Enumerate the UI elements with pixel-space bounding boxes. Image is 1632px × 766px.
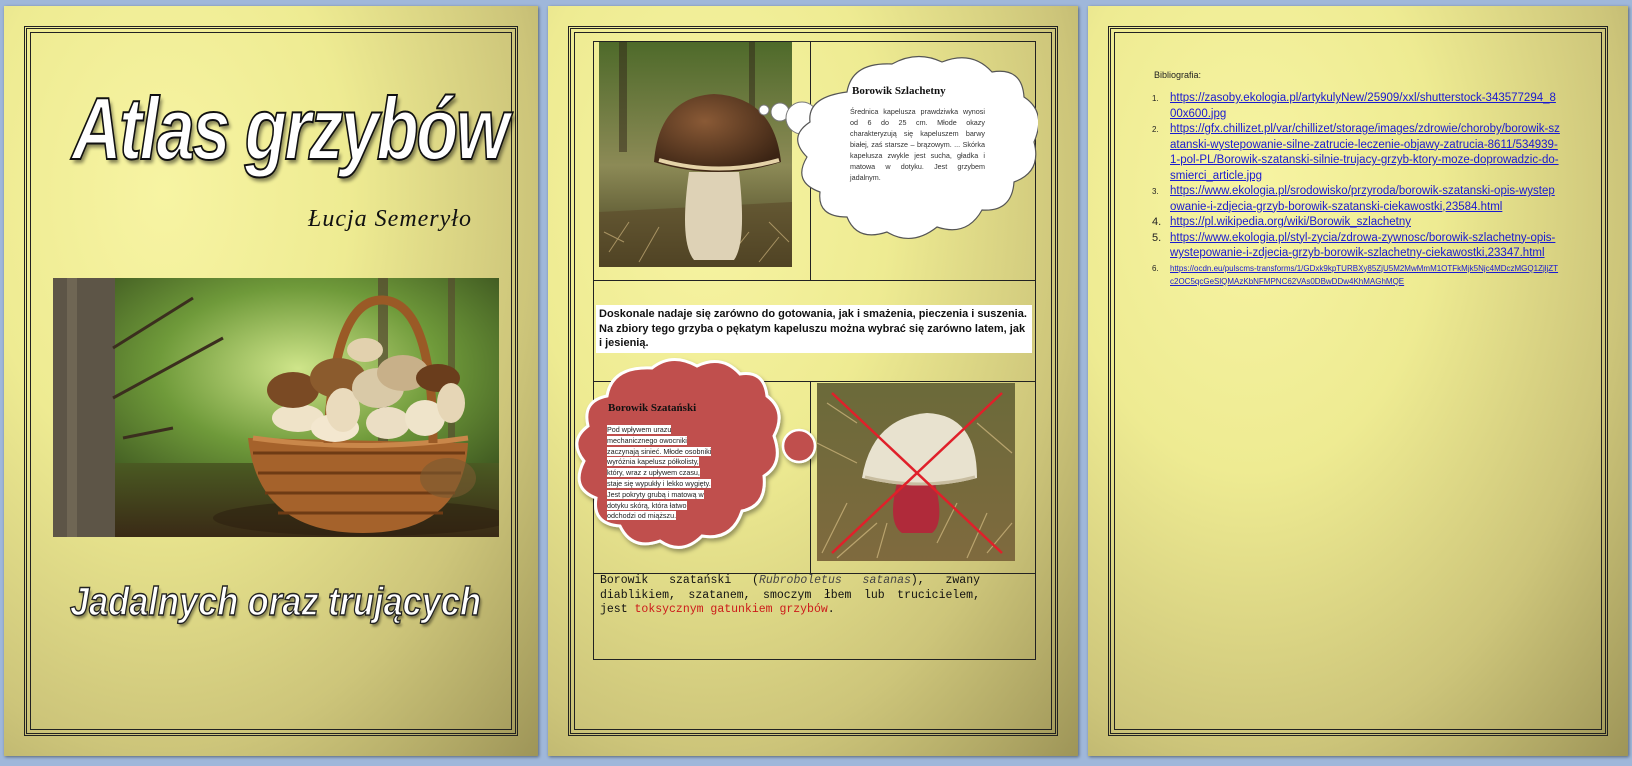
bibliography-label: Bibliografia: [1154,70,1202,80]
cloud-1-title: Borowik Szlachetny [852,85,946,97]
poison-description: Borowik szatański (Rubroboletus satanas)… [600,574,980,616]
satan-bolete-photo [817,383,1015,561]
cloud-2-line: który, wraz z upływem czasu, [607,468,700,478]
cloud-2-text: Pod wpływem urazu mechanicznego owocniki z… [607,425,732,522]
cloud-2-line: odchodzi od miąższu. [607,511,677,521]
reference-link[interactable]: 5. https://www.ekologia.pl/styl-zycia/zdr… [1152,231,1560,262]
reference-link[interactable]: 3. https://www.ekologia.pl/srodowisko/prz… [1152,184,1560,215]
cloud-2-title: Borowik Szatański [608,402,697,414]
mushroom-basket-photo [53,278,499,537]
cloud-2-line: zaczynają sinieć. Młode osobniki [607,446,712,456]
cloud-2-line: dotyku skórą, która łatwo [607,500,687,510]
reference-link[interactable]: 2. https://gfx.chillizet.pl/var/chillizet… [1152,122,1560,184]
reference-link[interactable]: 1. https://zasoby.ekologia.pl/artykulyNew… [1152,91,1560,122]
reference-link[interactable]: 6. https://ocdn.eu/pulscms-transforms/1/G… [1152,262,1560,288]
cloud-1-text: Średnica kapelusza prawdziwka wynosi od … [850,107,985,182]
author-name: Łucja Semeryło [308,206,472,232]
cloud-2-line: staje się wypukły i lekko wygięty. [607,478,711,488]
reference-link[interactable]: 4. https://pl.wikipedia.org/wiki/Borowik_… [1152,215,1560,231]
cloud-2-line: mechanicznego owocniki [607,435,687,445]
cloud-2-line: Jest pokryty grubą i matową w [607,489,704,499]
atlas-title: Atlas grzybów [71,78,510,179]
cloud-2-line: wyróżnia kapelusz półkolisty, [607,457,699,467]
cloud-2-line: Pod wpływem urazu [607,425,672,434]
bibliography-list: 1. https://zasoby.ekologia.pl/artykulyNew… [1152,91,1560,288]
table-divider [593,280,1035,281]
edibility-description: Doskonale nadaje się zarówno do gotowani… [596,305,1032,353]
cover-subtitle: Jadalnych oraz trujących [69,579,482,624]
